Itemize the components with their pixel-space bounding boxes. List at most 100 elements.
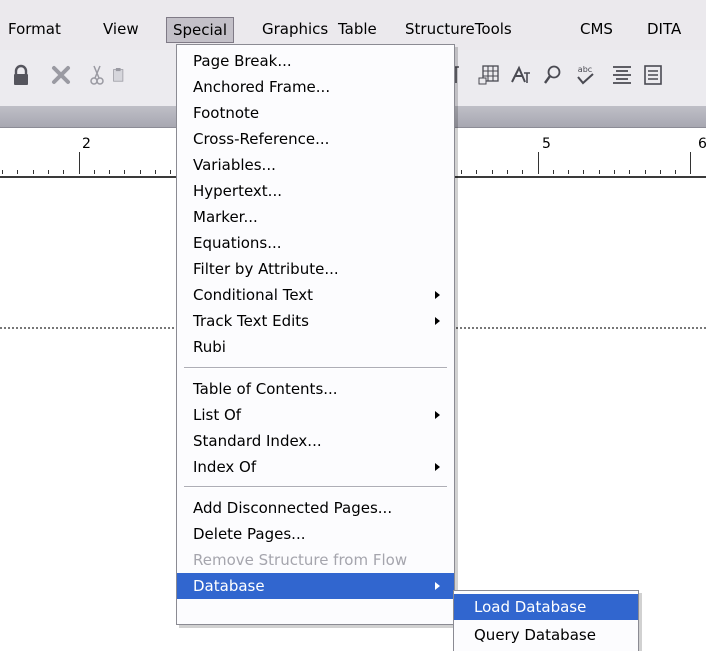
- menu-item-label: Load Database: [474, 598, 587, 616]
- ruler-tick: [492, 170, 493, 174]
- submenu-arrow-icon: [435, 291, 440, 299]
- ruler-tick: [17, 170, 18, 174]
- cut-icon[interactable]: [84, 60, 110, 90]
- menu-item-track-text-edits[interactable]: Track Text Edits: [177, 308, 454, 334]
- menu-item-label: Anchored Frame...: [193, 78, 331, 96]
- ruler-tick: [507, 170, 508, 174]
- submenu-arrow-icon: [435, 463, 440, 471]
- paste-icon[interactable]: [112, 60, 126, 90]
- submenu-arrow-icon: [435, 317, 440, 325]
- ruler-tick: [461, 170, 462, 174]
- menu-item-label: Remove Structure from Flow: [193, 551, 408, 569]
- ruler-tick: [140, 170, 141, 174]
- ruler-label: 5: [542, 136, 551, 152]
- menu-item-query-database[interactable]: Query Database: [454, 622, 638, 648]
- ruler-tick: [629, 170, 630, 174]
- menu-item-label: Variables...: [193, 156, 276, 174]
- special-menu: Page Break... Anchored Frame... Footnote…: [176, 44, 455, 625]
- menu-item-label: Marker...: [193, 208, 258, 226]
- menu-item-label: List Of: [193, 406, 242, 424]
- table-icon[interactable]: [476, 60, 502, 90]
- ruler-label: 2: [82, 136, 91, 152]
- database-submenu: Load Database Query Database: [453, 590, 639, 651]
- menu-item-label: Track Text Edits: [193, 312, 309, 330]
- menu-structure-tools[interactable]: StructureTools: [405, 16, 512, 42]
- menu-item-label: Hypertext...: [193, 182, 282, 200]
- menu-item-cross-reference[interactable]: Cross-Reference...: [177, 126, 454, 152]
- menu-item-table-of-contents[interactable]: Table of Contents...: [177, 376, 454, 402]
- menu-item-marker[interactable]: Marker...: [177, 204, 454, 230]
- ruler-tick: [170, 170, 171, 174]
- ruler-tick: [109, 170, 110, 174]
- menu-item-label: Filter by Attribute...: [193, 260, 339, 278]
- menu-item-rubi[interactable]: Rubi: [177, 334, 454, 360]
- menu-special[interactable]: Special: [166, 17, 235, 43]
- ruler-tick: [568, 170, 569, 174]
- menu-item-variables[interactable]: Variables...: [177, 152, 454, 178]
- menu-item-delete-pages[interactable]: Delete Pages...: [177, 521, 454, 547]
- ruler-tick: [660, 170, 661, 174]
- menu-bar: Format View Special Graphics Table Struc…: [0, 0, 706, 50]
- ruler-tick: [645, 170, 646, 174]
- menu-cms[interactable]: CMS: [580, 16, 613, 42]
- ruler-tick: [124, 170, 125, 174]
- menu-separator: [184, 367, 447, 369]
- menu-item-anchored-frame[interactable]: Anchored Frame...: [177, 74, 454, 100]
- ruler-tick: [79, 152, 80, 174]
- ruler-tick: [599, 170, 600, 174]
- font-icon[interactable]: [508, 60, 534, 90]
- document-icon[interactable]: [640, 60, 666, 90]
- ruler-tick: [522, 170, 523, 174]
- menu-format[interactable]: Format: [8, 16, 61, 42]
- ruler-tick: [538, 152, 539, 174]
- menu-item-label: Page Break...: [193, 52, 292, 70]
- ruler-tick: [48, 170, 49, 174]
- lock-icon[interactable]: [8, 60, 34, 90]
- ruler-tick: [553, 170, 554, 174]
- ruler-tick: [690, 152, 691, 174]
- menu-dita[interactable]: DITA: [647, 16, 681, 42]
- ruler-tick: [2, 170, 3, 174]
- spellcheck-glyph: abc: [578, 65, 592, 74]
- menu-item-hypertext[interactable]: Hypertext...: [177, 178, 454, 204]
- menu-item-filter-by-attribute[interactable]: Filter by Attribute...: [177, 256, 454, 282]
- menu-item-conditional-text[interactable]: Conditional Text: [177, 282, 454, 308]
- search-icon[interactable]: [540, 60, 566, 90]
- menu-item-list-of[interactable]: List Of: [177, 402, 454, 428]
- menu-item-add-disconnected-pages[interactable]: Add Disconnected Pages...: [177, 495, 454, 521]
- ruler-tick: [675, 170, 676, 174]
- ruler-tick: [155, 170, 156, 174]
- delete-icon[interactable]: [48, 60, 74, 90]
- menu-item-label: Database: [193, 577, 265, 595]
- submenu-arrow-icon: [435, 411, 440, 419]
- menu-item-standard-index[interactable]: Standard Index...: [177, 428, 454, 454]
- menu-item-footnote[interactable]: Footnote: [177, 100, 454, 126]
- menu-item-label: Equations...: [193, 234, 282, 252]
- menu-table[interactable]: Table: [338, 16, 377, 42]
- ruler-tick: [63, 170, 64, 174]
- submenu-arrow-icon: [435, 582, 440, 590]
- menu-graphics[interactable]: Graphics: [262, 16, 328, 42]
- menu-item-label: Query Database: [474, 626, 596, 644]
- menu-item-load-database[interactable]: Load Database: [454, 594, 638, 620]
- menu-item-label: Table of Contents...: [193, 380, 338, 398]
- spellcheck-icon[interactable]: abc: [572, 60, 598, 90]
- menu-item-label: Rubi: [193, 338, 226, 356]
- ruler-tick: [476, 170, 477, 174]
- ruler-tick: [614, 170, 615, 174]
- menu-item-equations[interactable]: Equations...: [177, 230, 454, 256]
- menu-view[interactable]: View: [103, 16, 139, 42]
- menu-item-remove-structure-from-flow: Remove Structure from Flow: [177, 547, 454, 573]
- menu-item-page-break[interactable]: Page Break...: [177, 48, 454, 74]
- menu-item-index-of[interactable]: Index Of: [177, 454, 454, 480]
- ruler-label: 6: [698, 136, 706, 152]
- menu-separator: [184, 486, 447, 488]
- menu-item-label: Conditional Text: [193, 286, 314, 304]
- menu-item-database[interactable]: Database: [177, 573, 454, 599]
- ruler-tick: [583, 170, 584, 174]
- align-center-icon[interactable]: [609, 60, 635, 90]
- menu-item-label: Index Of: [193, 458, 257, 476]
- menu-item-label: Cross-Reference...: [193, 130, 330, 148]
- menu-item-label: Standard Index...: [193, 432, 322, 450]
- menu-item-label: Footnote: [193, 104, 260, 122]
